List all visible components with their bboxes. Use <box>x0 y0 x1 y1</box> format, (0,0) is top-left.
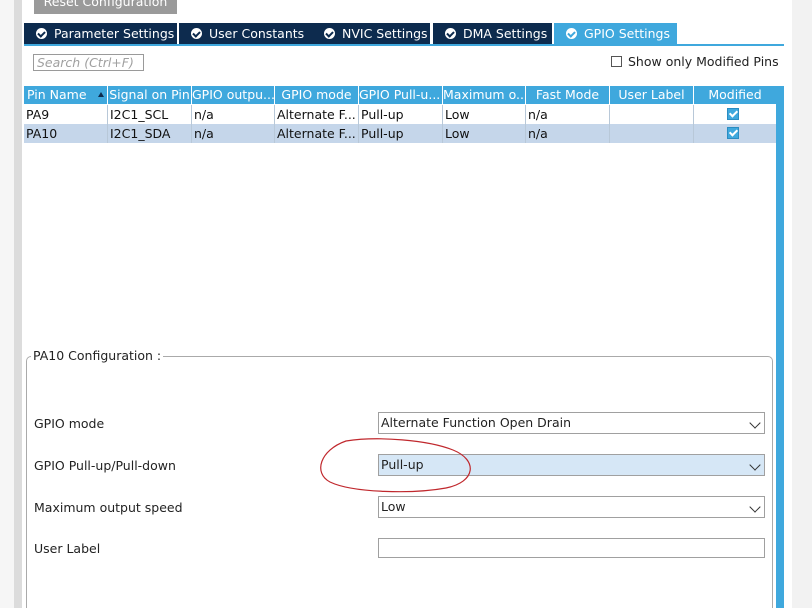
search-input[interactable] <box>33 54 144 71</box>
gpio-pin-table: Pin Name Signal on Pin GPIO outpu... GPI… <box>24 86 776 342</box>
column-header-label: GPIO outpu... <box>192 87 275 102</box>
tab-user-constants[interactable]: User Constants <box>179 23 330 44</box>
column-header-gpio-output[interactable]: GPIO outpu... <box>192 86 275 104</box>
tab-panel-top-border <box>24 44 784 46</box>
column-header-signal[interactable]: Signal on Pin <box>108 86 192 104</box>
check-circle-icon <box>566 28 577 39</box>
max-speed-label: Maximum output speed <box>34 500 183 515</box>
tab-label: DMA Settings <box>463 26 548 41</box>
checkbox-label: Show only Modified Pins <box>628 53 779 69</box>
cell-gpio-pull: Pull-up <box>359 105 443 124</box>
column-header-label: User Label <box>618 87 685 102</box>
tab-gpio-settings[interactable]: GPIO Settings <box>554 23 677 44</box>
tab-nvic-settings[interactable]: NVIC Settings <box>312 23 430 44</box>
left-panel-border <box>14 0 22 608</box>
cell-signal: I2C1_SDA <box>108 124 192 143</box>
cell-fast-mode: n/a <box>526 105 610 124</box>
column-header-label: Maximum o... <box>443 87 526 102</box>
max-speed-value: Low <box>381 499 406 514</box>
column-header-pin-name[interactable]: Pin Name <box>24 86 108 104</box>
tab-label: User Constants <box>209 26 305 41</box>
gpio-mode-label: GPIO mode <box>34 416 105 431</box>
column-header-label: Modified <box>708 87 762 102</box>
column-header-fast-mode[interactable]: Fast Mode <box>526 86 610 104</box>
tab-label: GPIO Settings <box>584 26 670 41</box>
chevron-down-icon <box>749 417 761 429</box>
cell-pin-name: PA9 <box>24 105 108 124</box>
column-header-max-speed[interactable]: Maximum o... <box>443 86 526 104</box>
column-header-label: Signal on Pin <box>109 87 190 102</box>
max-speed-select[interactable]: Low <box>378 496 765 518</box>
cell-modified <box>694 105 776 124</box>
cell-max-speed: Low <box>443 124 526 143</box>
check-circle-icon <box>36 28 47 39</box>
column-header-gpio-mode[interactable]: GPIO mode <box>275 86 359 104</box>
reset-configuration-button[interactable]: Reset Configuration <box>34 0 177 14</box>
user-label-label: User Label <box>34 541 101 556</box>
tab-label: NVIC Settings <box>342 26 428 41</box>
gpio-pull-select[interactable]: Pull-up <box>378 454 765 476</box>
gpio-pull-label: GPIO Pull-up/Pull-down <box>34 458 176 473</box>
cell-gpio-mode: Alternate F... <box>275 105 359 124</box>
tab-dma-settings[interactable]: DMA Settings <box>433 23 552 44</box>
cell-gpio-output: n/a <box>192 105 275 124</box>
settings-tab-bar: Parameter Settings User Constants NVIC S… <box>24 23 784 44</box>
modified-checkbox[interactable] <box>727 108 739 120</box>
column-header-user-label[interactable]: User Label <box>610 86 694 104</box>
cell-user-label <box>610 105 694 124</box>
table-row[interactable]: PA10 I2C1_SDA n/a Alternate F... Pull-up… <box>24 124 776 143</box>
cell-gpio-pull: Pull-up <box>359 124 443 143</box>
group-title: PA10 Configuration : <box>31 348 164 363</box>
cell-max-speed: Low <box>443 105 526 124</box>
cell-fast-mode: n/a <box>526 124 610 143</box>
left-panel-edge <box>0 0 14 608</box>
user-label-input[interactable] <box>378 538 765 558</box>
column-header-label: GPIO Pull-u... <box>359 87 441 102</box>
checkbox-box[interactable] <box>611 55 622 67</box>
check-circle-icon <box>445 28 456 39</box>
modified-checkbox[interactable] <box>727 127 739 139</box>
vertical-scrollbar[interactable] <box>776 86 784 608</box>
column-header-modified[interactable]: Modified <box>694 86 776 104</box>
cell-modified <box>694 124 776 143</box>
sort-ascending-icon <box>97 92 104 97</box>
cell-gpio-output: n/a <box>192 124 275 143</box>
cell-pin-name: PA10 <box>24 124 108 143</box>
tab-parameter-settings[interactable]: Parameter Settings <box>24 23 177 44</box>
table-row[interactable]: PA9 I2C1_SCL n/a Alternate F... Pull-up … <box>24 105 776 124</box>
gpio-pull-value: Pull-up <box>381 457 424 472</box>
pin-configuration-group <box>26 356 773 608</box>
cell-gpio-mode: Alternate F... <box>275 124 359 143</box>
gpio-mode-select[interactable]: Alternate Function Open Drain <box>378 412 765 434</box>
check-circle-icon <box>191 28 202 39</box>
cell-user-label <box>610 124 694 143</box>
gpio-mode-value: Alternate Function Open Drain <box>381 415 572 430</box>
right-panel-border <box>792 0 812 608</box>
column-header-gpio-pull[interactable]: GPIO Pull-u... <box>359 86 443 104</box>
chevron-down-icon <box>749 501 761 513</box>
cell-signal: I2C1_SCL <box>108 105 192 124</box>
column-header-label: GPIO mode <box>281 87 352 102</box>
check-circle-icon <box>324 28 335 39</box>
chevron-down-icon <box>749 459 761 471</box>
column-header-label: Pin Name <box>27 87 87 102</box>
column-header-label: Fast Mode <box>535 87 600 102</box>
tab-label: Parameter Settings <box>54 26 175 41</box>
show-only-modified-pins-checkbox[interactable]: Show only Modified Pins <box>611 53 779 69</box>
